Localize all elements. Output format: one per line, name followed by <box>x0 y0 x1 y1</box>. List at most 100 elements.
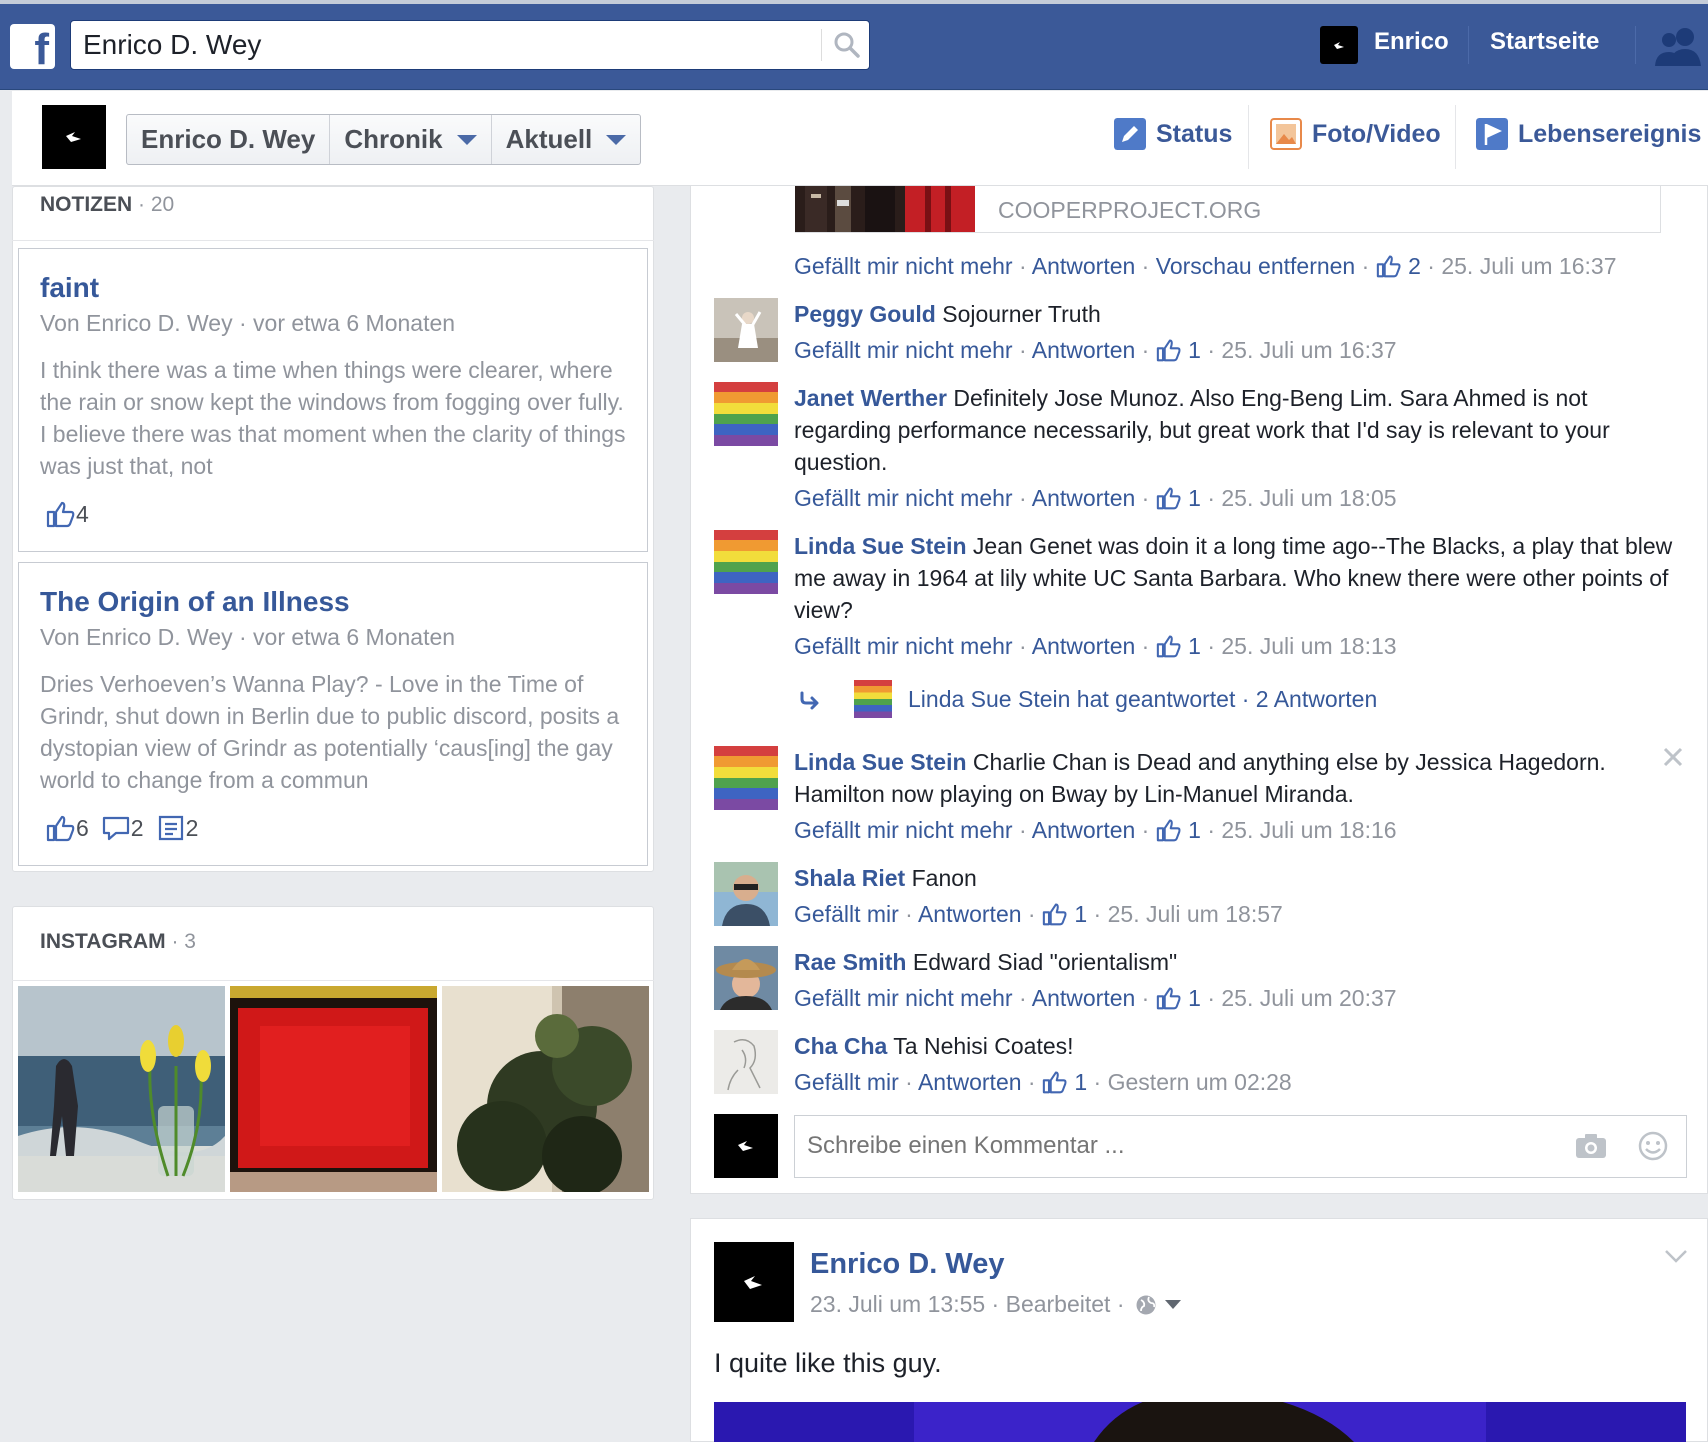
like-count[interactable]: 1 <box>1188 337 1201 363</box>
comment-avatar[interactable] <box>714 1030 778 1094</box>
unlike-link[interactable]: Gefällt mir nicht mehr <box>794 337 1013 363</box>
post-image[interactable] <box>714 1402 1686 1442</box>
reply-link[interactable]: Antworten <box>1032 337 1136 363</box>
reply-link[interactable]: Antworten <box>1032 817 1136 843</box>
unlike-link[interactable]: Gefällt mir nicht mehr <box>794 985 1013 1011</box>
comment-box[interactable] <box>794 1115 1687 1178</box>
like-count[interactable]: 1 <box>1074 1069 1087 1095</box>
comment-avatar[interactable] <box>714 382 778 446</box>
share-note-icon <box>158 815 183 841</box>
comment-body: Ta Nehisi Coates! <box>887 1033 1074 1059</box>
post-options-chevron-down-icon[interactable] <box>1664 1248 1688 1264</box>
instagram-photo[interactable] <box>18 986 225 1192</box>
reply-link[interactable]: Antworten <box>918 1069 1022 1095</box>
post-meta: 23. Juli um 13:55 · Bearbeitet · <box>810 1291 1181 1318</box>
commenter-avatar <box>714 1114 778 1178</box>
comment-author[interactable]: Peggy Gould <box>794 301 936 327</box>
camera-icon[interactable] <box>1575 1132 1607 1160</box>
profile-avatar[interactable] <box>42 105 106 169</box>
comment-time[interactable]: 25. Juli um 16:37 <box>1441 253 1616 279</box>
like-link[interactable]: Gefällt mir <box>794 901 899 927</box>
friend-requests-icon[interactable] <box>1655 26 1705 66</box>
instagram-photo[interactable] <box>442 986 649 1192</box>
like-count[interactable]: 1 <box>1074 901 1087 927</box>
comment-author[interactable]: Shala Riet <box>794 865 905 891</box>
comment-avatar[interactable] <box>714 862 778 926</box>
timeline-label: Chronik <box>344 124 443 154</box>
comment-time[interactable]: 25. Juli um 16:37 <box>1221 337 1396 363</box>
comment-time[interactable]: 25. Juli um 18:13 <box>1221 633 1396 659</box>
like-count[interactable]: 1 <box>1188 985 1201 1011</box>
search-input[interactable] <box>83 21 823 69</box>
comment-avatar[interactable] <box>714 746 778 810</box>
comment-author[interactable]: Cha Cha <box>794 1033 887 1059</box>
instagram-count: · 3 <box>171 930 196 953</box>
reply-avatar[interactable] <box>854 680 892 718</box>
photo-video-button[interactable]: Foto/Video <box>1270 118 1441 150</box>
timeline-dropdown[interactable]: Chronik <box>330 115 492 164</box>
search-icon[interactable] <box>833 31 861 59</box>
comment-input[interactable] <box>807 1116 1567 1176</box>
like-link[interactable]: Gefällt mir <box>794 1069 899 1095</box>
emoji-icon[interactable] <box>1637 1130 1669 1162</box>
home-link[interactable]: Startseite <box>1490 28 1599 56</box>
instagram-photo[interactable] <box>230 986 437 1192</box>
reply-link[interactable]: Antworten <box>1032 485 1136 511</box>
replies-summary[interactable]: Linda Sue Stein hat geantwortet · 2 Antw… <box>798 680 1377 718</box>
like-count[interactable]: 1 <box>1188 633 1201 659</box>
reply-link[interactable]: Antworten <box>918 901 1022 927</box>
unlike-link[interactable]: Gefällt mir nicht mehr <box>794 253 1013 279</box>
comment-actions: Gefällt mir · Antworten · 1 · 25. Juli u… <box>794 901 1283 927</box>
topbar-divider <box>1468 26 1469 64</box>
close-icon[interactable] <box>1662 746 1684 768</box>
search-box[interactable] <box>70 20 870 70</box>
comment-author[interactable]: Linda Sue Stein <box>794 533 967 559</box>
comment-avatar[interactable] <box>714 298 778 362</box>
comment-time[interactable]: 25. Juli um 18:16 <box>1221 817 1396 843</box>
remove-preview-link[interactable]: Vorschau entfernen <box>1156 253 1355 279</box>
link-preview-image[interactable] <box>795 186 975 232</box>
unlike-link[interactable]: Gefällt mir nicht mehr <box>794 633 1013 659</box>
replied-text[interactable]: Linda Sue Stein hat geantwortet <box>908 686 1235 713</box>
like-icon <box>46 815 75 842</box>
profile-name-button[interactable]: Enrico D. Wey <box>127 115 331 164</box>
comment-author[interactable]: Linda Sue Stein <box>794 749 967 775</box>
reply-link[interactable]: Antworten <box>1032 253 1136 279</box>
reply-count[interactable]: · 2 Antworten <box>1242 686 1378 713</box>
notes-header[interactable]: NOTIZEN · 20 <box>40 193 174 217</box>
like-count[interactable]: 2 <box>1408 253 1421 279</box>
reply-link[interactable]: Antworten <box>1032 633 1136 659</box>
life-event-button[interactable]: Lebensereignis <box>1476 118 1701 150</box>
like-count[interactable]: 1 <box>1188 817 1201 843</box>
user-name-link[interactable]: Enrico <box>1374 28 1449 56</box>
search-separator <box>821 29 822 61</box>
current-dropdown[interactable]: Aktuell <box>492 115 641 164</box>
comment-author[interactable]: Rae Smith <box>794 949 906 975</box>
note-title[interactable]: The Origin of an Illness <box>40 586 350 618</box>
like-icon <box>1156 635 1181 658</box>
post-author-avatar[interactable] <box>714 1242 794 1322</box>
current-label: Aktuell <box>505 124 593 154</box>
instagram-header[interactable]: INSTAGRAM · 3 <box>40 930 196 954</box>
post-timestamp[interactable]: 23. Juli um 13:55 · Bearbeitet · <box>810 1291 1125 1318</box>
comment-time[interactable]: 25. Juli um 18:05 <box>1221 485 1396 511</box>
comment-author[interactable]: Janet Werther <box>794 385 947 411</box>
unlike-link[interactable]: Gefällt mir nicht mehr <box>794 817 1013 843</box>
reply-link[interactable]: Antworten <box>1032 985 1136 1011</box>
photo-icon <box>1270 118 1302 150</box>
comment-avatar[interactable] <box>714 946 778 1010</box>
globe-icon[interactable] <box>1135 1294 1157 1316</box>
facebook-logo-icon[interactable]: f <box>10 24 55 69</box>
comment-time[interactable]: Gestern um 02:28 <box>1108 1069 1292 1095</box>
comment-actions: Gefällt mir · Antworten · 1 · Gestern um… <box>794 1069 1292 1095</box>
note-title[interactable]: faint <box>40 272 99 304</box>
comment-avatar[interactable] <box>714 530 778 594</box>
unlike-link[interactable]: Gefällt mir nicht mehr <box>794 485 1013 511</box>
audience-chevron-down-icon[interactable] <box>1164 1300 1181 1309</box>
like-count[interactable]: 1 <box>1188 485 1201 511</box>
comment-time[interactable]: 25. Juli um 20:37 <box>1221 985 1396 1011</box>
post-author[interactable]: Enrico D. Wey <box>810 1248 1004 1281</box>
user-avatar[interactable] <box>1320 26 1358 64</box>
status-button[interactable]: Status <box>1114 118 1232 150</box>
comment-time[interactable]: 25. Juli um 18:57 <box>1108 901 1283 927</box>
